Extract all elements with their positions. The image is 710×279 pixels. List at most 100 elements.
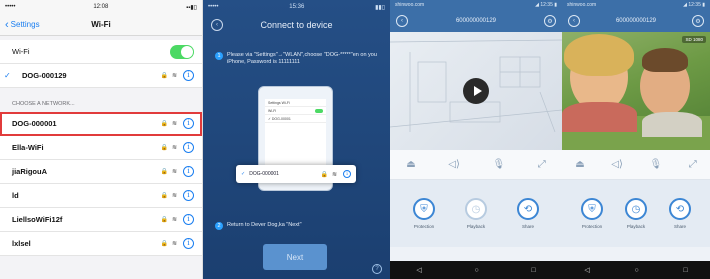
recents-nav-icon[interactable]: □ <box>531 267 535 274</box>
snapshot-icon[interactable]: ⏏ <box>575 159 584 170</box>
status-time: 12:08 <box>93 4 109 10</box>
action-label: Share <box>673 224 686 229</box>
speaker-icon[interactable]: ◁⟩ <box>611 159 623 170</box>
snapshot-icon[interactable]: ⏏ <box>406 159 415 170</box>
video-area[interactable] <box>390 32 562 150</box>
info-icon[interactable]: i <box>183 214 194 225</box>
live-video-area[interactable]: SD 1080 <box>562 32 710 150</box>
home-nav-icon[interactable]: ○ <box>474 267 478 274</box>
network-name: ld <box>12 191 19 200</box>
lock-wifi-icon: 🔒 ≋ <box>160 121 178 127</box>
microphone-icon[interactable]: 🎙 <box>492 159 505 170</box>
phone-screen-header: Settings Wi-Fi <box>265 99 326 107</box>
network-row[interactable]: LiellsoWiFi12f 🔒 ≋ i <box>0 208 202 232</box>
screenshot-strip: ••••• 12:08 ▪▪▮▯ ‹ Settings Wi-Fi Wi-Fi … <box>0 0 710 279</box>
android-nav-bar: ◁ ○ □ <box>562 261 710 279</box>
network-name: LiellsoWiFi12f <box>12 215 63 224</box>
info-icon[interactable]: i <box>183 70 194 81</box>
device-id-title: 600000000129 <box>615 18 657 24</box>
network-row[interactable]: ld 🔒 ≋ i <box>0 184 202 208</box>
help-icon[interactable]: ? <box>372 264 382 274</box>
back-nav-icon[interactable]: ◁ <box>416 266 421 274</box>
step-text: Please via "Settings"→"WLAN",choose "DOG… <box>227 52 377 65</box>
status-right: ◢ 12:35 ▮ <box>535 2 557 8</box>
wifi-toggle[interactable] <box>170 44 194 59</box>
back-label: Settings <box>10 20 40 29</box>
fullscreen-icon[interactable]: ⤢ <box>689 159 697 170</box>
carrier-signal: ••••• <box>208 4 219 10</box>
connected-network-row[interactable]: ✓ DOG-000129 🔒 ≋ i <box>0 64 202 88</box>
info-icon[interactable]: i <box>183 166 194 177</box>
lock-wifi-icon: 🔒 ≋ <box>160 73 178 79</box>
play-button[interactable] <box>463 78 489 104</box>
phone-screen-connected: ✓ DOG-00001 <box>265 115 326 123</box>
info-icon[interactable]: i <box>183 190 194 201</box>
battery-icon: ▪▪▮▯ <box>186 4 197 11</box>
step-text: Return to Dever Dog,ka "Next" <box>227 222 302 228</box>
control-bar: ⏏ ◁⟩ 🎙 ⤢ <box>390 150 562 180</box>
phone-toggle <box>315 108 323 113</box>
action-bar: ⛨ Protection ◷ Playback ⟲ Share <box>390 180 562 247</box>
network-name: Ella-WiFi <box>12 143 44 152</box>
network-row[interactable]: lxlsel 🔒 ≋ i <box>0 232 202 256</box>
video-photo <box>562 32 710 150</box>
info-icon: i <box>343 170 351 178</box>
status-bar: ••••• 12:08 ▪▪▮▯ <box>0 0 202 14</box>
protection-button[interactable]: ⛨ Protection <box>581 198 603 229</box>
recents-nav-icon[interactable]: □ <box>683 267 687 274</box>
status-bar: ••••• 15:36 ▮▮▯ <box>203 0 390 14</box>
lock-wifi-icon: 🔒 ≋ <box>160 241 178 247</box>
info-icon[interactable]: i <box>183 142 194 153</box>
status-bar: shinwoo.com ◢ 12:35 ▮ <box>390 0 562 10</box>
lock-wifi-icon: 🔒 ≋ <box>160 217 178 223</box>
step-number: 2 <box>215 222 223 230</box>
playback-button[interactable]: ◷ Playback <box>625 198 647 229</box>
back-icon[interactable]: ‹ <box>396 15 408 27</box>
zoomed-network-callout: ✓ DOG-000001 🔒 ≋ i <box>236 165 356 183</box>
share-button[interactable]: ⟲ Share <box>669 198 691 229</box>
page-title: Connect to device <box>260 20 333 30</box>
next-button[interactable]: Next <box>263 244 327 270</box>
share-icon: ⟲ <box>669 198 691 220</box>
network-row[interactable]: jiaRigouA 🔒 ≋ i <box>0 160 202 184</box>
network-name: DOG-000001 <box>249 171 279 177</box>
ios-wifi-settings-panel: ••••• 12:08 ▪▪▮▯ ‹ Settings Wi-Fi Wi-Fi … <box>0 0 203 279</box>
status-right: ◢ 12:35 ▮ <box>683 2 705 8</box>
playback-icon: ◷ <box>465 198 487 220</box>
back-nav-icon[interactable]: ◁ <box>584 266 589 274</box>
settings-gear-icon[interactable]: ⚙ <box>544 15 556 27</box>
device-id-title: 600000000129 <box>455 18 497 24</box>
network-name: DOG-000129 <box>22 71 67 80</box>
resolution-badge[interactable]: SD 1080 <box>682 36 706 43</box>
playback-button[interactable]: ◷ Playback <box>465 198 487 229</box>
nav-bar: ‹ Connect to device <box>203 14 390 36</box>
network-row-highlighted[interactable]: DOG-000001 🔒 ≋ i <box>0 112 202 136</box>
home-nav-icon[interactable]: ○ <box>634 267 638 274</box>
protection-icon: ⛨ <box>581 198 603 220</box>
lock-wifi-icon: 🔒 ≋ <box>160 169 178 175</box>
nav-bar: ‹ Settings Wi-Fi <box>0 14 202 36</box>
wifi-label: Wi-Fi <box>12 47 30 56</box>
chevron-left-icon: ‹ <box>5 18 9 31</box>
microphone-icon[interactable]: 🎙 <box>649 159 662 170</box>
carrier-signal: ••••• <box>5 4 16 10</box>
info-icon[interactable]: i <box>183 238 194 249</box>
fullscreen-icon[interactable]: ⤢ <box>538 159 546 170</box>
section-header: CHOOSE A NETWORK... <box>0 88 202 112</box>
network-name: DOG-000001 <box>12 119 57 128</box>
status-time: 15:36 <box>289 4 305 10</box>
control-bar: ⏏ ◁⟩ 🎙 ⤢ <box>562 150 710 180</box>
info-icon[interactable]: i <box>183 118 194 129</box>
action-label: Playback <box>466 224 486 229</box>
back-icon[interactable]: ‹ <box>568 15 580 27</box>
connect-device-panel: ••••• 15:36 ▮▮▯ ‹ Connect to device 1 Pl… <box>203 0 390 279</box>
speaker-icon[interactable]: ◁⟩ <box>448 159 460 170</box>
protection-button[interactable]: ⛨ Protection <box>413 198 435 229</box>
lock-wifi-icon: 🔒 ≋ <box>320 171 338 178</box>
back-button[interactable]: ‹ Settings <box>0 19 40 31</box>
settings-gear-icon[interactable]: ⚙ <box>692 15 704 27</box>
lock-wifi-icon: 🔒 ≋ <box>160 193 178 199</box>
step-number: 1 <box>215 52 223 60</box>
network-row[interactable]: Ella-WiFi 🔒 ≋ i <box>0 136 202 160</box>
share-button[interactable]: ⟲ Share <box>517 198 539 229</box>
